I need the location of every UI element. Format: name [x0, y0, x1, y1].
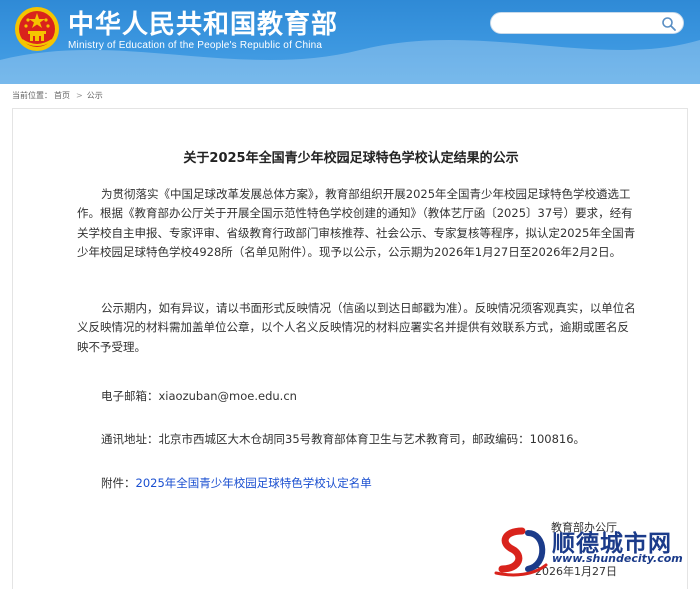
site-title-en[interactable]: Ministry of Education of the People's Re…	[68, 40, 322, 51]
paragraph-2-text: 公示期内，如有异议，请以书面形式反映情况（信函以到达日邮戳为准）。反映情况须客观…	[77, 301, 636, 354]
attachment-line: 附件：2025年全国青少年校园足球特色学校认定名单	[101, 475, 372, 491]
address-label: 通讯地址：	[101, 432, 159, 446]
site-title-cn[interactable]: 中华人民共和国教育部	[68, 4, 338, 41]
search-box	[490, 12, 684, 34]
email-label: 电子邮箱：	[101, 389, 159, 403]
attachment-link[interactable]: 2025年全国青少年校园足球特色学校认定名单	[136, 476, 372, 490]
article-paragraph-2: 公示期内，如有异议，请以书面形式反映情况（信函以到达日邮戳为准）。反映情况须客观…	[77, 299, 637, 357]
breadcrumb: 当前位置： 首页 > 公示	[12, 90, 105, 101]
article-paragraph-1: 为贯彻落实《中国足球改革发展总体方案》，教育部组织开展2025年全国青少年校园足…	[77, 185, 637, 263]
address-value: 北京市西城区大木仓胡同35号教育部体育卫生与艺术教育司，邮政编码：100816。	[158, 432, 586, 446]
search-input[interactable]	[501, 15, 655, 33]
article-container: 关于2025年全国青少年校园足球特色学校认定结果的公示 为贯彻落实《中国足球改革…	[12, 108, 688, 589]
breadcrumb-home[interactable]: 首页	[54, 91, 70, 100]
breadcrumb-current[interactable]: 公示	[87, 91, 103, 100]
breadcrumb-separator: >	[76, 91, 83, 100]
address-line: 通讯地址：北京市西城区大木仓胡同35号教育部体育卫生与艺术教育司，邮政编码：10…	[101, 431, 585, 447]
breadcrumb-prefix: 当前位置：	[12, 91, 52, 100]
national-emblem-icon[interactable]	[14, 6, 60, 52]
email-line: 电子邮箱：xiaozuban@moe.edu.cn	[101, 388, 297, 404]
site-header: 中华人民共和国教育部 Ministry of Education of the …	[0, 0, 700, 84]
paragraph-1-text: 为贯彻落实《中国足球改革发展总体方案》，教育部组织开展2025年全国青少年校园足…	[77, 187, 636, 260]
attachment-label: 附件：	[101, 476, 136, 490]
email-value: xiaozuban@moe.edu.cn	[158, 389, 297, 403]
watermark-url: www.shundecity.com	[552, 552, 683, 565]
search-icon[interactable]	[661, 16, 677, 32]
article-title: 关于2025年全国青少年校园足球特色学校认定结果的公示	[183, 151, 519, 166]
